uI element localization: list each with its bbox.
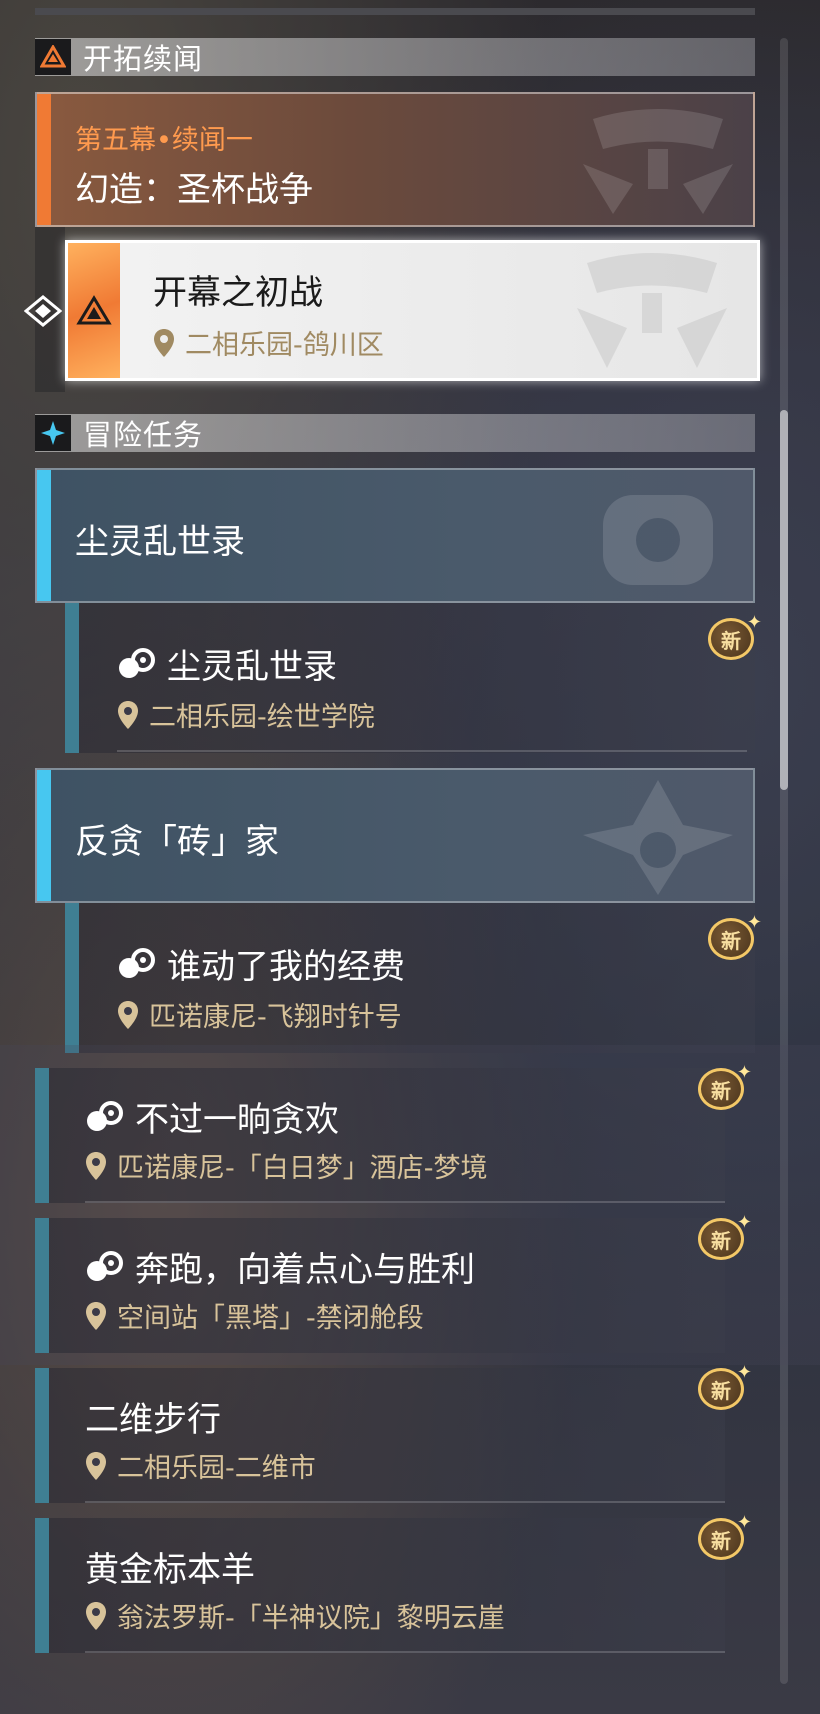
quest-item[interactable]: 不过一晌贪欢 匹诺康尼-「白日梦」酒店-梦境	[35, 1068, 725, 1203]
mission-title: 幻造：圣杯战争	[75, 170, 313, 210]
divider	[117, 750, 747, 752]
section-title: 开拓续闻	[83, 42, 204, 76]
quest-location: 匹诺康尼-飞翔时针号	[117, 995, 402, 1034]
location-pin-icon	[118, 1000, 138, 1029]
section-title: 冒险任务	[83, 418, 204, 452]
quest-location: 二相乐园-绘世学院	[117, 695, 375, 734]
mission-chapter: 第五幕•续闻一	[75, 125, 253, 156]
location-text: 二相乐园-鸽川区	[185, 330, 384, 361]
quest-title: 谁动了我的经费	[167, 947, 405, 987]
card-accent	[37, 770, 51, 901]
quest-title-row: 尘灵乱世录	[117, 639, 337, 688]
adventure-quest-icon	[119, 947, 155, 978]
quest-title: 开幕之初战	[153, 273, 323, 313]
location-pin-icon	[154, 328, 174, 357]
scrollbar-track[interactable]	[780, 38, 788, 1684]
location-pin-icon	[86, 1601, 106, 1630]
quest-accent	[65, 903, 79, 1053]
quest-location: 翁法罗斯-「半神议院」黎明云崖	[85, 1596, 505, 1635]
quest-location: 二相乐园-鸽川区	[153, 323, 384, 362]
sparkle-icon: ✦	[746, 912, 762, 933]
quest-item[interactable]: 谁动了我的经费 匹诺康尼-飞翔时针号	[65, 903, 755, 1053]
selected-trailblaze-quest[interactable]: 开幕之初战 二相乐园-鸽川区	[65, 240, 760, 381]
adventure-emblem-icon	[573, 475, 743, 601]
adventure-group-card[interactable]: 尘灵乱世录	[35, 468, 755, 603]
new-badge-icon: 新 ✦	[696, 1062, 752, 1114]
quest-accent	[35, 1218, 49, 1353]
location-text: 匹诺康尼-飞翔时针号	[149, 1002, 402, 1033]
selected-diamond-icon	[23, 294, 63, 332]
group-title: 反贪「砖」家	[75, 822, 279, 862]
trailblaze-triangle-icon	[76, 294, 112, 324]
section-header-trailblaze: 开拓续闻	[35, 38, 755, 76]
adventure-star-icon	[35, 415, 71, 451]
location-text: 空间站「黑塔」-禁闭舱段	[117, 1303, 424, 1334]
quest-location: 空间站「黑塔」-禁闭舱段	[85, 1296, 424, 1335]
quest-accent	[65, 603, 79, 753]
quest-item[interactable]: 尘灵乱世录 二相乐园-绘世学院	[65, 603, 755, 753]
sparkle-icon: ✦	[746, 612, 762, 633]
sparkle-icon: ✦	[736, 1212, 752, 1233]
quest-title-row: 二维步行	[85, 1392, 221, 1441]
adventure-quest-icon	[87, 1250, 123, 1281]
divider	[85, 1201, 725, 1203]
quest-title: 不过一晌贪欢	[135, 1100, 339, 1140]
location-pin-icon	[118, 700, 138, 729]
new-badge-icon: 新 ✦	[706, 912, 762, 964]
quest-title: 奔跑，向着点心与胜利	[135, 1250, 475, 1290]
new-badge-icon: 新 ✦	[696, 1212, 752, 1264]
quest-title-row: 不过一晌贪欢	[85, 1092, 339, 1141]
divider	[85, 1651, 725, 1653]
scrollbar-thumb[interactable]	[780, 410, 788, 790]
quest-title-row: 奔跑，向着点心与胜利	[85, 1242, 475, 1291]
location-text: 翁法罗斯-「半神议院」黎明云崖	[117, 1603, 505, 1634]
location-pin-icon	[86, 1451, 106, 1480]
new-badge-icon: 新 ✦	[706, 612, 762, 664]
grail-emblem-icon	[567, 248, 737, 377]
location-text: 二相乐园-二维市	[117, 1453, 316, 1484]
location-pin-icon	[86, 1301, 106, 1330]
new-badge-icon: 新 ✦	[696, 1362, 752, 1414]
quest-item[interactable]: 二维步行 二相乐园-二维市	[35, 1368, 725, 1503]
location-text: 二相乐园-绘世学院	[149, 702, 375, 733]
section-header-adventure: 冒险任务	[35, 414, 755, 452]
top-divider	[35, 8, 755, 15]
quest-title: 尘灵乱世录	[167, 647, 337, 687]
grail-emblem-icon	[573, 104, 743, 223]
quest-accent	[35, 1068, 49, 1203]
quest-item[interactable]: 奔跑，向着点心与胜利 空间站「黑塔」-禁闭舱段	[35, 1218, 725, 1353]
quest-title-row: 谁动了我的经费	[117, 939, 405, 988]
quest-item[interactable]: 黄金标本羊 翁法罗斯-「半神议院」黎明云崖	[35, 1518, 725, 1653]
quest-accent	[35, 1368, 49, 1503]
location-text: 匹诺康尼-「白日梦」酒店-梦境	[117, 1153, 488, 1184]
trailblaze-quest-tag	[68, 243, 120, 378]
adventure-quest-icon	[119, 647, 155, 678]
quest-title: 二维步行	[85, 1400, 221, 1440]
divider	[85, 1501, 725, 1503]
adventure-quest-icon	[87, 1100, 123, 1131]
quest-title: 黄金标本羊	[85, 1550, 255, 1590]
card-accent	[37, 470, 51, 601]
quest-accent	[35, 1518, 49, 1653]
sparkle-icon: ✦	[736, 1062, 752, 1083]
adventure-group-card[interactable]: 反贪「砖」家	[35, 768, 755, 903]
location-pin-icon	[86, 1151, 106, 1180]
card-accent	[37, 94, 51, 225]
quest-location: 二相乐园-二维市	[85, 1446, 316, 1485]
quest-location: 匹诺康尼-「白日梦」酒店-梦境	[85, 1146, 488, 1185]
quest-title-row: 黄金标本羊	[85, 1542, 255, 1591]
new-badge-icon: 新 ✦	[696, 1512, 752, 1564]
sparkle-icon: ✦	[736, 1362, 752, 1383]
trailblaze-triangle-icon	[35, 39, 71, 75]
trailblaze-mission-card[interactable]: 第五幕•续闻一 幻造：圣杯战争	[35, 92, 755, 227]
adventure-emblem-icon	[573, 775, 743, 901]
group-title: 尘灵乱世录	[75, 522, 245, 562]
sparkle-icon: ✦	[736, 1512, 752, 1533]
